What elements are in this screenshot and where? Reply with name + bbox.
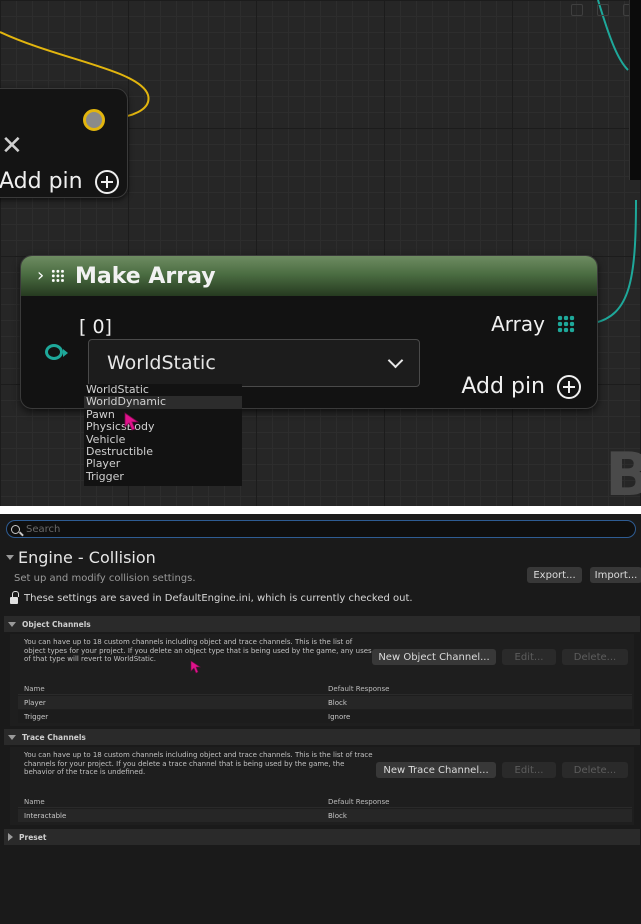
row-response: Ignore — [328, 712, 351, 721]
collapse-arrow-icon[interactable] — [8, 621, 16, 627]
graph-toolbar-icons — [571, 4, 635, 16]
array-wire-out — [593, 199, 637, 324]
search-bar[interactable] — [6, 520, 636, 538]
corner-letter: B — [605, 440, 641, 506]
edit-object-channel-button[interactable]: Edit... — [502, 649, 556, 665]
object-channels-title: Object Channels — [22, 619, 91, 629]
remove-pin-icon[interactable]: ✕ — [1, 133, 23, 159]
export-button[interactable]: Export... — [527, 567, 582, 583]
plus-circle-icon — [94, 169, 119, 194]
dropdown-option[interactable]: Trigger — [84, 470, 242, 483]
delete-object-channel-button[interactable]: Delete... — [562, 649, 628, 665]
column-name: Name — [24, 684, 45, 693]
node-header[interactable]: › Make Array — [21, 256, 597, 296]
select-value: WorldStatic — [107, 352, 216, 374]
trace-channels-description: You can have up to 18 custom channels in… — [24, 751, 373, 776]
row-name: Player — [24, 698, 46, 707]
unlock-icon — [10, 590, 19, 604]
preset-header[interactable]: Preset — [4, 829, 640, 845]
array-output-label: Array — [491, 312, 545, 336]
row-name: Interactable — [24, 811, 67, 820]
row-response: Block — [328, 698, 347, 707]
bookmark-icon[interactable] — [597, 4, 609, 16]
mouse-cursor-icon — [190, 660, 201, 674]
trace-channels-title: Trace Channels — [22, 732, 86, 742]
collapse-arrow-icon[interactable] — [6, 555, 14, 560]
collapse-arrow-icon[interactable] — [8, 734, 16, 740]
side-panel-edge — [629, 0, 641, 180]
dropdown-option[interactable]: PhysicsBody — [84, 420, 242, 433]
index-input-pin[interactable] — [45, 344, 68, 360]
comment-icon[interactable] — [571, 4, 583, 16]
new-trace-channel-button[interactable]: New Trace Channel... — [376, 762, 496, 778]
index-pin-label: [ 0] — [79, 316, 112, 338]
partial-array-node[interactable]: ✕ Add pin — [0, 88, 128, 198]
table-row[interactable]: Player Block — [18, 696, 632, 709]
add-pin-button-2[interactable]: Add pin — [461, 374, 581, 399]
import-button[interactable]: Import... — [590, 567, 641, 583]
add-pin-button[interactable]: Add pin — [0, 169, 119, 194]
search-input[interactable] — [26, 523, 586, 535]
mouse-cursor-icon — [124, 412, 140, 431]
dropdown-option[interactable]: Player — [84, 457, 242, 470]
add-pin-label: Add pin — [0, 169, 83, 194]
preset-title: Preset — [19, 832, 47, 842]
expand-arrow-icon[interactable] — [8, 833, 13, 841]
trace-channels-header[interactable]: Trace Channels — [4, 729, 640, 745]
plus-circle-icon — [557, 374, 581, 399]
collision-channel-select[interactable]: WorldStatic — [88, 339, 420, 387]
column-name: Name — [24, 797, 45, 806]
chevron-down-icon — [387, 352, 404, 368]
array-output[interactable]: Array — [491, 312, 575, 336]
object-table-header: Name Default Response — [18, 683, 632, 695]
collision-settings-panel: Engine - Collision Set up and modify col… — [0, 506, 641, 924]
array-pin-icon[interactable] — [557, 315, 575, 333]
blueprint-graph[interactable]: ✕ Add pin › Make Array [ 0] WorldStatic … — [0, 0, 641, 506]
channel-dropdown-list[interactable]: WorldStatic WorldDynamic Pawn PhysicsBod… — [84, 383, 242, 486]
make-array-icon: › — [37, 266, 65, 286]
node-title: Make Array — [75, 263, 216, 289]
row-name: Trigger — [24, 712, 49, 721]
dropdown-option[interactable]: WorldDynamic — [84, 395, 242, 409]
config-notice: These settings are saved in DefaultEngin… — [10, 590, 413, 604]
section-description: Set up and modify collision settings. — [14, 573, 196, 584]
notice-text: These settings are saved in DefaultEngin… — [24, 593, 413, 604]
column-default-response: Default Response — [328, 797, 390, 806]
section-header[interactable]: Engine - Collision — [6, 548, 156, 567]
section-title: Engine - Collision — [18, 548, 156, 567]
exec-output-pin[interactable] — [83, 109, 105, 131]
table-row[interactable]: Interactable Block — [18, 809, 632, 822]
row-response: Block — [328, 811, 347, 820]
table-row[interactable]: Trigger Ignore — [18, 710, 632, 723]
new-object-channel-button[interactable]: New Object Channel... — [372, 649, 496, 665]
object-channels-header[interactable]: Object Channels — [4, 616, 640, 632]
delete-trace-channel-button[interactable]: Delete... — [562, 762, 628, 778]
search-icon — [11, 524, 20, 534]
column-default-response: Default Response — [328, 684, 390, 693]
edit-trace-channel-button[interactable]: Edit... — [502, 762, 556, 778]
trace-table-header: Name Default Response — [18, 796, 632, 808]
add-pin-label-2: Add pin — [461, 374, 545, 399]
